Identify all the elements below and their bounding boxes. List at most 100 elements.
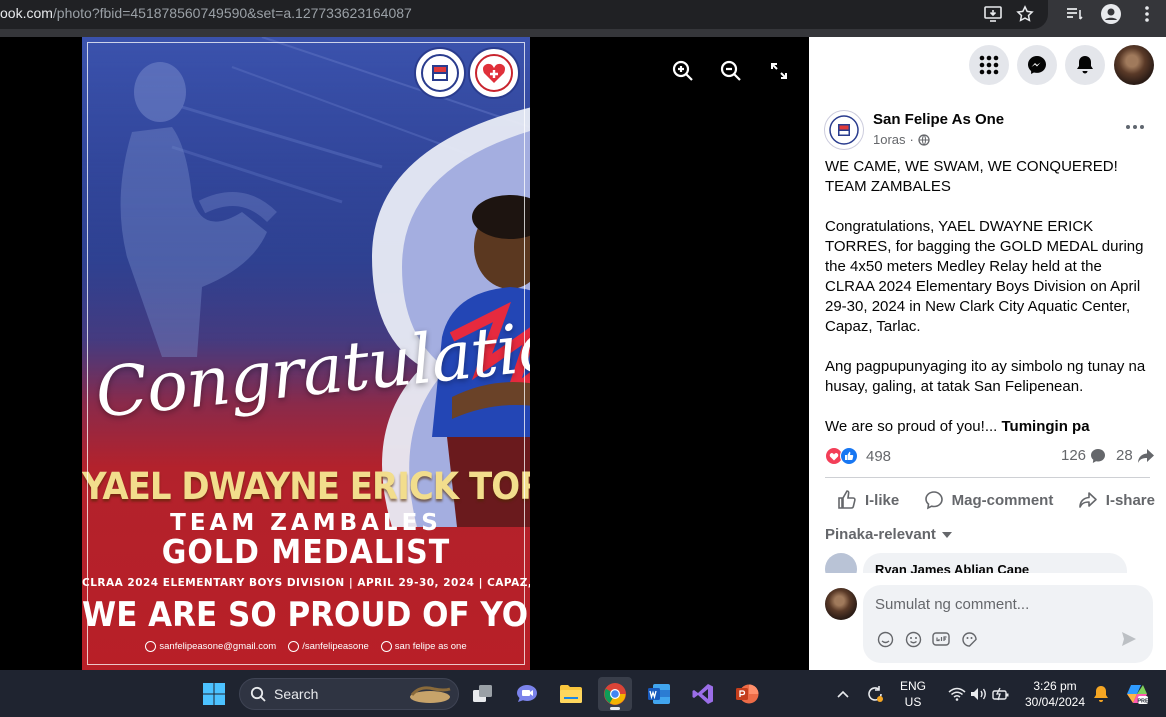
shares-count-text: 28 bbox=[1116, 447, 1133, 464]
sticker-icon[interactable] bbox=[959, 629, 979, 649]
comment-input[interactable] bbox=[875, 594, 1135, 614]
word-icon[interactable] bbox=[642, 677, 676, 711]
browser-toolbar: ook.com/photo?fbid=451878560749590&set=a… bbox=[0, 0, 1166, 37]
zoom-out-icon[interactable] bbox=[717, 57, 745, 85]
notifications-button[interactable] bbox=[1065, 45, 1105, 85]
gif-icon[interactable] bbox=[931, 629, 951, 649]
page-avatar[interactable] bbox=[824, 110, 864, 150]
grid-icon bbox=[979, 55, 999, 75]
show-hidden-icons-chevron-icon[interactable] bbox=[826, 677, 860, 711]
post-line-proud: We are so proud of you!... Tumingin pa bbox=[825, 417, 1155, 437]
screen: ook.com/photo?fbid=451878560749590&set=a… bbox=[0, 0, 1166, 717]
url-text[interactable]: ook.com/photo?fbid=451878560749590&set=a… bbox=[0, 5, 412, 21]
like-label: I-like bbox=[865, 491, 900, 509]
see-more-link[interactable]: Tumingin pa bbox=[1002, 418, 1090, 435]
globe-icon bbox=[918, 133, 930, 146]
shares-count[interactable]: 28 bbox=[1116, 447, 1155, 464]
input-language[interactable]: ENG US bbox=[895, 678, 931, 710]
like-button[interactable]: I-like bbox=[825, 484, 899, 516]
commenter-avatar[interactable] bbox=[825, 553, 857, 573]
post-timestamp[interactable]: 1oras · bbox=[873, 132, 930, 147]
messenger-button[interactable] bbox=[1017, 45, 1057, 85]
post-panel: San Felipe As One 1oras · WE CAME, WE SWA… bbox=[809, 37, 1166, 670]
avatar-sticker-icon[interactable] bbox=[875, 629, 895, 649]
windows-start-icon[interactable] bbox=[197, 677, 231, 711]
reading-list-icon[interactable] bbox=[1064, 3, 1086, 25]
page-name[interactable]: San Felipe As One bbox=[873, 111, 1004, 128]
address-bar[interactable]: ook.com/photo?fbid=451878560749590&set=a… bbox=[0, 0, 1048, 29]
clock-date: 30/04/2024 bbox=[1024, 695, 1086, 709]
url-domain: ook.com bbox=[0, 5, 53, 21]
share-icon bbox=[1078, 492, 1097, 508]
poster-frame bbox=[87, 42, 525, 665]
share-button[interactable]: I-share bbox=[1078, 484, 1155, 516]
emoji-icon[interactable] bbox=[903, 629, 923, 649]
profile-icon[interactable] bbox=[1100, 3, 1122, 25]
thumbs-up-icon bbox=[838, 490, 856, 509]
powerpoint-icon[interactable] bbox=[730, 677, 764, 711]
clock-time: 3:26 pm bbox=[1033, 679, 1077, 693]
account-avatar[interactable] bbox=[1114, 45, 1154, 85]
post-time-text: 1oras bbox=[873, 132, 906, 147]
url-path: /photo?fbid=451878560749590&set=a.127733… bbox=[52, 5, 412, 21]
post-line-congrats: Congratulations, YAEL DWAYNE ERICK TORRE… bbox=[825, 218, 1144, 335]
like-reaction-icon bbox=[840, 447, 858, 465]
reaction-summary[interactable]: 498 bbox=[825, 447, 891, 465]
engagement-counts: 126 28 bbox=[1061, 447, 1155, 464]
clock[interactable]: 3:26 pm 30/04/2024 bbox=[1020, 678, 1090, 710]
search-icon bbox=[250, 686, 266, 702]
post-line-headline: WE CAME, WE SWAM, WE CONQUERED! TEAM ZAM… bbox=[825, 158, 1118, 195]
svg-text:PRE: PRE bbox=[1137, 699, 1149, 705]
post-body: WE CAME, WE SWAM, WE CONQUERED! TEAM ZAM… bbox=[825, 157, 1155, 437]
browser-menu-icon[interactable] bbox=[1136, 3, 1158, 25]
comment-composer[interactable] bbox=[863, 585, 1153, 663]
sync-icon[interactable] bbox=[858, 677, 892, 711]
share-label: I-share bbox=[1105, 491, 1155, 509]
post-line-proud-text: We are so proud of you!... bbox=[825, 418, 998, 435]
first-comment: Ryan James Ablian Cape bbox=[825, 553, 1155, 573]
post-options-button[interactable] bbox=[1122, 117, 1148, 137]
commenter-name[interactable]: Ryan James Ablian Cape bbox=[875, 562, 1029, 573]
poster-image: Congratulations! YAEL DWAYNE ERICK TORRE… bbox=[82, 37, 530, 670]
composer-avatar bbox=[825, 588, 857, 620]
separator-dot: · bbox=[909, 132, 914, 147]
search-highlight-icon bbox=[410, 686, 451, 703]
share-arrow-icon bbox=[1137, 448, 1154, 463]
windows-taskbar: Search ENG US 3:26 pm 30/04/2024 PRE bbox=[0, 670, 1166, 717]
install-app-icon[interactable] bbox=[982, 3, 1004, 25]
comment-bubble-icon bbox=[1091, 448, 1106, 463]
comments-count-text: 126 bbox=[1061, 447, 1087, 464]
visual-studio-icon[interactable] bbox=[686, 677, 720, 711]
post-line-tagalog: Ang pagpupunyaging ito ay simbolo ng tun… bbox=[825, 358, 1146, 395]
divider bbox=[825, 477, 1150, 478]
send-icon[interactable] bbox=[1119, 629, 1139, 649]
file-explorer-icon[interactable] bbox=[554, 677, 588, 711]
notification-bell-icon[interactable] bbox=[1084, 677, 1118, 711]
photo-viewer: Congratulations! YAEL DWAYNE ERICK TORRE… bbox=[0, 37, 809, 670]
comment-bubble: Ryan James Ablian Cape bbox=[863, 553, 1127, 573]
caret-down-icon bbox=[941, 531, 952, 538]
comment-icon bbox=[924, 491, 943, 510]
comment-button[interactable]: Mag-comment bbox=[924, 484, 1054, 516]
chrome-icon[interactable] bbox=[598, 677, 632, 711]
search-label: Search bbox=[274, 686, 319, 702]
reactions-count: 498 bbox=[866, 447, 892, 465]
language-code: ENG bbox=[899, 679, 926, 693]
battery-charging-icon[interactable] bbox=[984, 677, 1018, 711]
messenger-icon bbox=[1028, 56, 1046, 74]
active-indicator bbox=[610, 707, 620, 710]
comment-label: Mag-comment bbox=[951, 491, 1054, 509]
teams-chat-icon[interactable] bbox=[510, 677, 544, 711]
region-code: US bbox=[904, 695, 922, 709]
task-view-icon[interactable] bbox=[466, 677, 500, 711]
comments-count[interactable]: 126 bbox=[1061, 447, 1106, 464]
taskbar-search[interactable]: Search bbox=[239, 678, 459, 710]
copilot-icon[interactable]: PRE bbox=[1120, 677, 1154, 711]
post-actions: I-like Mag-comment I-share bbox=[825, 484, 1155, 516]
fullscreen-icon[interactable] bbox=[765, 57, 793, 85]
zoom-in-icon[interactable] bbox=[669, 57, 697, 85]
comment-sort-label: Pinaka-relevant bbox=[825, 526, 936, 543]
bookmark-star-icon[interactable] bbox=[1014, 3, 1036, 25]
comment-sort-dropdown[interactable]: Pinaka-relevant bbox=[825, 526, 952, 543]
menu-grid-button[interactable] bbox=[969, 45, 1009, 85]
